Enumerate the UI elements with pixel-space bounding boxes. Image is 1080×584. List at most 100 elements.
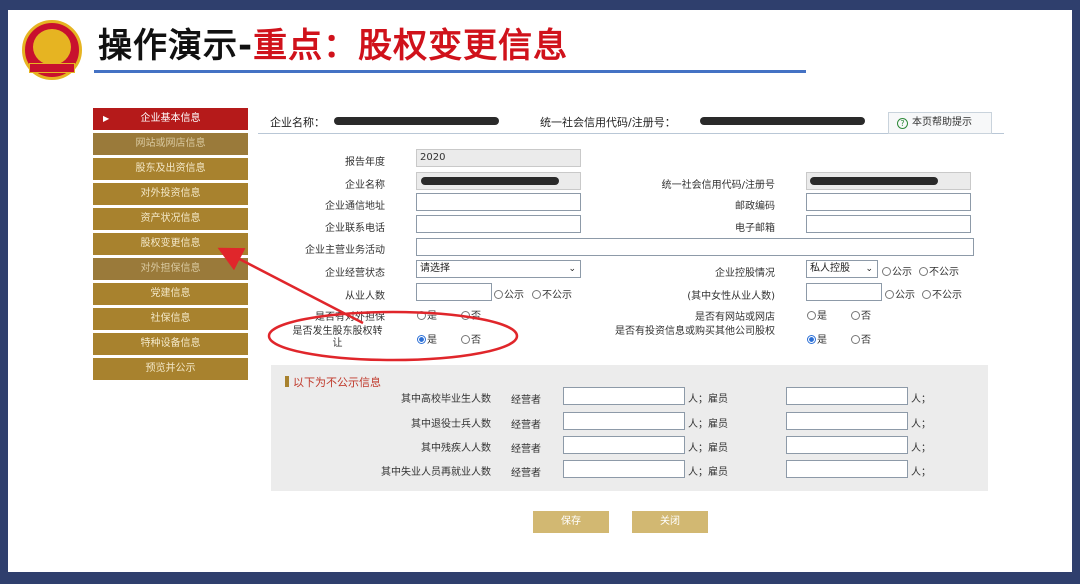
holding-public-radio[interactable]: 公示 xyxy=(882,263,912,278)
sidebar-item-basic-info[interactable]: ▶ 企业基本信息 xyxy=(93,108,248,130)
veterans-label: 其中退役士兵人数 xyxy=(411,419,491,430)
employees-private-radio[interactable]: 不公示 xyxy=(532,286,572,301)
reemployed-unit: 人；雇员 xyxy=(688,463,728,478)
close-button[interactable]: 关闭 xyxy=(632,511,708,533)
emblem-icon xyxy=(22,20,82,80)
address-input[interactable] xyxy=(416,193,581,211)
report-year-field: 2020 xyxy=(416,149,581,167)
chevron-down-icon: ⌄ xyxy=(568,264,576,274)
radio-icon xyxy=(922,290,931,299)
credit-code-header-label: 统一社会信用代码/注册号： xyxy=(540,116,676,129)
company-name-field xyxy=(416,172,581,190)
radio-icon xyxy=(851,311,860,320)
equity-transfer-label: 是否发生股东股权转让 xyxy=(292,326,383,349)
radio-label: 否 xyxy=(861,335,871,346)
phone-input[interactable] xyxy=(416,215,581,233)
veterans-unit: 人；雇员 xyxy=(688,415,728,430)
sidebar-item-label: 对外担保信息 xyxy=(140,263,201,274)
website-label: 是否有网站或网店 xyxy=(695,312,775,323)
veterans-employee-input[interactable] xyxy=(786,412,908,430)
reemployed-employee-input[interactable] xyxy=(786,460,908,478)
radio-label: 否 xyxy=(471,311,481,322)
sidebar-item-preview[interactable]: 预览并公示 xyxy=(93,358,248,380)
radio-icon xyxy=(494,290,503,299)
equity-transfer-no-radio[interactable]: 否 xyxy=(461,331,481,346)
employees-input[interactable] xyxy=(416,283,492,301)
watermark: 大数跨境 xyxy=(14,550,110,576)
female-employees-input[interactable] xyxy=(806,283,882,301)
unit-text: 人； xyxy=(688,443,708,454)
sidebar-item-label: 党建信息 xyxy=(150,288,191,299)
employee-label: 雇员 xyxy=(708,394,728,405)
operator-label: 经营者 xyxy=(511,395,541,406)
operator-label: 经营者 xyxy=(511,468,541,479)
radio-icon xyxy=(417,311,426,320)
help-button-label: 本页帮助提示 xyxy=(912,117,972,128)
radio-label: 不公示 xyxy=(542,290,572,301)
sidebar-item-social-security[interactable]: 社保信息 xyxy=(93,308,248,330)
invest-yes-radio[interactable]: 是 xyxy=(807,331,827,346)
email-input[interactable] xyxy=(806,215,971,233)
redacted-credit-code xyxy=(700,117,865,125)
graduates-label: 其中高校毕业生人数 xyxy=(401,394,491,405)
graduates-employee-input[interactable] xyxy=(786,387,908,405)
radio-icon xyxy=(461,335,470,344)
private-title-text: 以下为不公示信息 xyxy=(293,376,381,389)
disabled-operator-input[interactable] xyxy=(563,436,685,454)
company-name-label: 企业名称 xyxy=(345,180,385,191)
radio-label: 公示 xyxy=(892,267,912,278)
sidebar-item-investment[interactable]: 对外投资信息 xyxy=(93,183,248,205)
invest-label: 是否有投资信息或购买其他公司股权 xyxy=(615,326,775,337)
watermark-logo-icon xyxy=(14,557,34,571)
credit-code-field xyxy=(806,172,971,190)
save-button[interactable]: 保存 xyxy=(533,511,609,533)
female-employees-label: (其中女性从业人数) xyxy=(687,291,775,302)
guarantee-yes-radio[interactable]: 是 xyxy=(417,307,437,322)
holding-private-radio[interactable]: 不公示 xyxy=(919,263,959,278)
sidebar-item-assets[interactable]: 资产状况信息 xyxy=(93,208,248,230)
website-yes-radio[interactable]: 是 xyxy=(807,307,827,322)
operator-label: 经营者 xyxy=(511,420,541,431)
graduates-employee-unit: 人； xyxy=(911,394,931,405)
sidebar-item-label: 企业基本信息 xyxy=(140,113,201,124)
sidebar-item-equity-change[interactable]: 股权变更信息 xyxy=(93,233,248,255)
guarantee-no-radio[interactable]: 否 xyxy=(461,307,481,322)
employee-label: 雇员 xyxy=(708,419,728,430)
holding-select[interactable]: 私人控股 ⌄ xyxy=(806,260,878,278)
sidebar-item-guarantee[interactable]: 对外担保信息 xyxy=(93,258,248,280)
employees-public-radio[interactable]: 公示 xyxy=(494,286,524,301)
help-button[interactable]: ? 本页帮助提示 xyxy=(888,112,992,134)
question-icon: ? xyxy=(897,118,908,129)
redacted-company-name-field xyxy=(421,177,559,185)
sidebar-item-label: 网站或网店信息 xyxy=(135,138,206,149)
graduates-operator-input[interactable] xyxy=(563,387,685,405)
title-prefix: 操作演示- xyxy=(98,26,254,66)
title-highlight: 重点：股权变更信息 xyxy=(253,26,569,66)
disabled-employee-input[interactable] xyxy=(786,436,908,454)
sidebar-item-party[interactable]: 党建信息 xyxy=(93,283,248,305)
radio-label: 公示 xyxy=(504,290,524,301)
female-private-radio[interactable]: 不公示 xyxy=(922,286,962,301)
female-public-radio[interactable]: 公示 xyxy=(885,286,915,301)
reemployed-operator-input[interactable] xyxy=(563,460,685,478)
employees-label: 从业人数 xyxy=(345,291,385,302)
postcode-input[interactable] xyxy=(806,193,971,211)
veterans-operator-input[interactable] xyxy=(563,412,685,430)
sidebar-item-special-equipment[interactable]: 特种设备信息 xyxy=(93,333,248,355)
sidebar-item-website[interactable]: 网站或网店信息 xyxy=(93,133,248,155)
radio-icon xyxy=(807,311,816,320)
website-no-radio[interactable]: 否 xyxy=(851,307,871,322)
guarantee-label: 是否有对外担保 xyxy=(315,312,385,323)
radio-icon xyxy=(851,335,860,344)
sidebar-item-label: 对外投资信息 xyxy=(140,188,201,199)
graduates-unit: 人；雇员 xyxy=(688,390,728,405)
sidebar-item-shareholders[interactable]: 股东及出资信息 xyxy=(93,158,248,180)
invest-no-radio[interactable]: 否 xyxy=(851,331,871,346)
radio-icon xyxy=(532,290,541,299)
status-select-value: 请选择 xyxy=(420,263,450,274)
status-select[interactable]: 请选择 ⌄ xyxy=(416,260,581,278)
equity-transfer-yes-radio[interactable]: 是 xyxy=(417,331,437,346)
business-input[interactable] xyxy=(416,238,974,256)
radio-icon xyxy=(882,267,891,276)
radio-checked-icon xyxy=(417,335,426,344)
